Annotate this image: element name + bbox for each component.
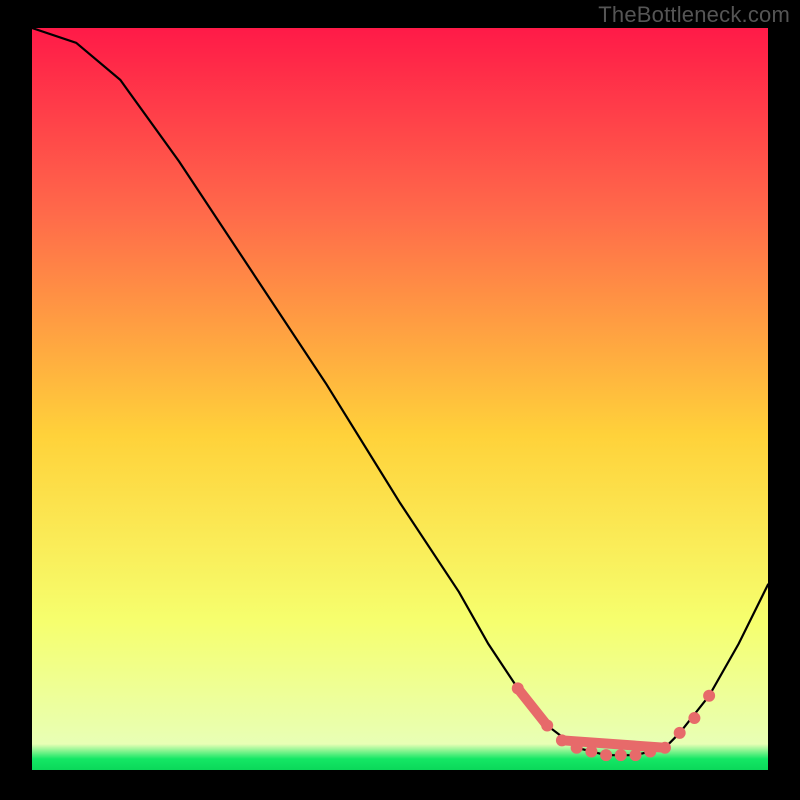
chart-svg: [32, 28, 768, 770]
chart-stage: TheBottleneck.com: [0, 0, 800, 800]
watermark-text: TheBottleneck.com: [598, 2, 790, 28]
gradient-backdrop: [32, 28, 768, 770]
plot-area: [32, 28, 768, 770]
